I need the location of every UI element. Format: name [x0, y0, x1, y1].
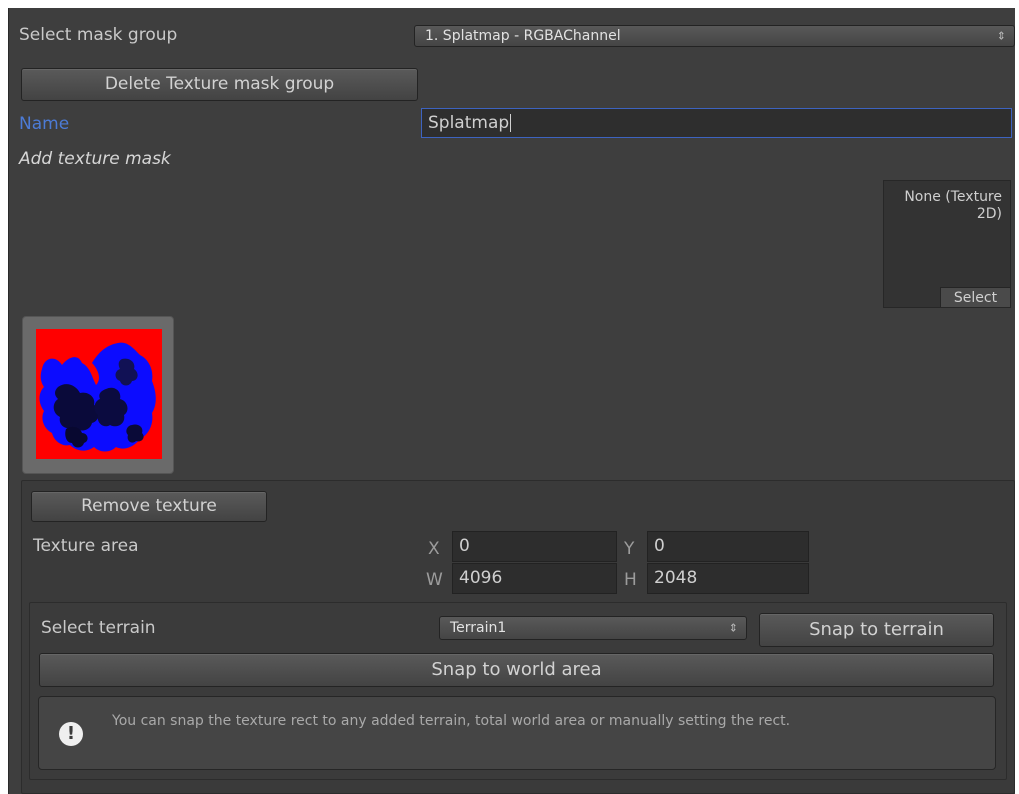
help-text: You can snap the texture rect to any add…	[112, 713, 791, 729]
texture-mask-panel: Select mask group 1. Splatmap - RGBAChan…	[8, 8, 1015, 794]
x-label: X	[428, 539, 440, 559]
y-label: Y	[624, 539, 635, 559]
dropdown-arrows-icon: ⇕	[996, 29, 1006, 43]
terrain-dropdown[interactable]: Terrain1 ⇕	[439, 616, 747, 640]
mask-group-dropdown[interactable]: 1. Splatmap - RGBAChannel ⇕	[414, 25, 1015, 47]
mask-group-selected: 1. Splatmap - RGBAChannel	[425, 28, 621, 44]
splat-blob-graphic	[39, 342, 156, 452]
texture-mask-image	[36, 329, 162, 459]
add-texture-label: Add texture mask	[19, 149, 171, 169]
texture-object-slot[interactable]: None (Texture 2D) Select	[883, 180, 1011, 308]
snap-to-terrain-button[interactable]: Snap to terrain	[759, 613, 994, 647]
w-field[interactable]: 4096	[452, 563, 617, 594]
x-field[interactable]: 0	[452, 531, 617, 562]
h-label: H	[624, 570, 637, 590]
mask-group-label: Select mask group	[19, 25, 178, 45]
h-field[interactable]: 2048	[647, 563, 809, 594]
terrain-selected: Terrain1	[450, 620, 507, 636]
w-label: W	[426, 570, 443, 590]
info-exclamation-icon: !	[59, 722, 83, 746]
snap-to-world-area-button[interactable]: Snap to world area	[39, 653, 994, 687]
help-box: ! You can snap the texture rect to any a…	[38, 696, 996, 770]
texture-thumbnail-tile[interactable]	[22, 316, 174, 474]
text-cursor	[510, 114, 512, 132]
select-terrain-label: Select terrain	[41, 618, 156, 638]
name-label: Name	[19, 114, 70, 134]
remove-texture-button[interactable]: Remove texture	[31, 491, 267, 522]
texture-select-button[interactable]: Select	[940, 287, 1010, 307]
texture-slot-value: None (Texture 2D)	[904, 189, 1002, 222]
name-input[interactable]: Splatmap	[421, 108, 1012, 138]
terrain-dropdown-arrows-icon: ⇕	[728, 621, 738, 635]
delete-mask-group-button[interactable]: Delete Texture mask group	[21, 68, 418, 101]
texture-area-label: Texture area	[33, 536, 139, 556]
name-value: Splatmap	[428, 113, 510, 133]
y-field[interactable]: 0	[647, 531, 809, 562]
